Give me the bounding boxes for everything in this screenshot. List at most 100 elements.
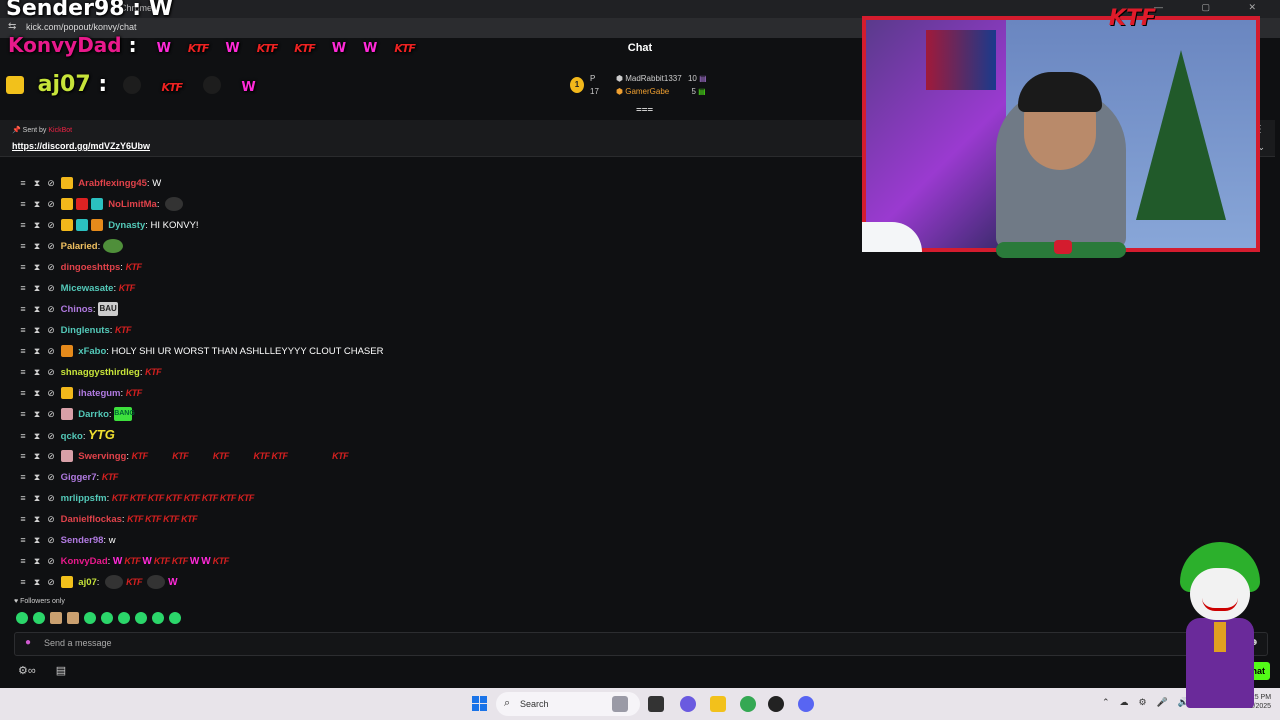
ban-icon[interactable]: ⊘ bbox=[44, 237, 58, 255]
menu-icon[interactable]: ≡ bbox=[16, 258, 30, 276]
timeout-icon[interactable]: ⧗ bbox=[30, 468, 44, 486]
chat-username[interactable]: xFabo bbox=[78, 346, 106, 357]
chat-username[interactable]: Arabflexingg45 bbox=[78, 178, 147, 189]
ban-icon[interactable]: ⊘ bbox=[44, 258, 58, 276]
timeout-icon[interactable]: ⧗ bbox=[30, 531, 44, 549]
emote-quick-icon[interactable] bbox=[169, 612, 181, 624]
ban-icon[interactable]: ⊘ bbox=[44, 489, 58, 507]
chat-username[interactable]: KonvyDad bbox=[61, 556, 108, 567]
settings-icon[interactable]: ⚙∞ bbox=[18, 665, 36, 677]
timeout-icon[interactable]: ⧗ bbox=[30, 384, 44, 402]
ban-icon[interactable]: ⊘ bbox=[44, 427, 58, 445]
chat-username[interactable]: Dinglenuts bbox=[61, 325, 110, 336]
pinned-link[interactable]: https://discord.gg/mdVZzY6Ubw bbox=[12, 141, 150, 151]
menu-icon[interactable]: ≡ bbox=[16, 237, 30, 255]
ban-icon[interactable]: ⊘ bbox=[44, 216, 58, 234]
chat-username[interactable]: Micewasate bbox=[61, 283, 114, 294]
emote-quick-icon[interactable] bbox=[33, 612, 45, 624]
file-explorer-icon[interactable] bbox=[710, 696, 726, 712]
timeout-icon[interactable]: ⧗ bbox=[30, 342, 44, 360]
chat-username[interactable]: Swervingg bbox=[78, 451, 126, 462]
chat-filter-icon[interactable]: ⩶ bbox=[636, 104, 653, 115]
timeout-icon[interactable]: ⧗ bbox=[30, 237, 44, 255]
timeout-icon[interactable]: ⧗ bbox=[30, 427, 44, 445]
ban-icon[interactable]: ⊘ bbox=[44, 468, 58, 486]
chat-username[interactable]: ihategum bbox=[78, 388, 120, 399]
chat-username[interactable]: mrlippsfm bbox=[61, 493, 107, 504]
timeout-icon[interactable]: ⧗ bbox=[30, 279, 44, 297]
menu-icon[interactable]: ≡ bbox=[16, 174, 30, 192]
chat-username[interactable]: Danielflockas bbox=[61, 514, 122, 525]
chat-username[interactable]: Sender98 bbox=[61, 535, 104, 546]
menu-icon[interactable]: ≡ bbox=[16, 363, 30, 381]
menu-icon[interactable]: ≡ bbox=[16, 427, 30, 445]
emote-quick-bar[interactable] bbox=[16, 612, 186, 624]
url-text[interactable]: kick.com/popout/konvy/chat bbox=[26, 22, 137, 32]
menu-icon[interactable]: ≡ bbox=[16, 510, 30, 528]
timeout-icon[interactable]: ⧗ bbox=[30, 363, 44, 381]
window-controls[interactable]: — ▢ ✕ bbox=[1154, 2, 1274, 13]
menu-icon[interactable]: ≡ bbox=[16, 468, 30, 486]
chat-username[interactable]: NoLimitMa bbox=[108, 199, 157, 210]
widgets-icon[interactable] bbox=[612, 696, 628, 712]
ban-icon[interactable]: ⊘ bbox=[44, 321, 58, 339]
menu-icon[interactable]: ≡ bbox=[16, 300, 30, 318]
menu-icon[interactable]: ≡ bbox=[16, 552, 30, 570]
chat-username[interactable]: dingoeshttps bbox=[61, 262, 121, 273]
timeout-icon[interactable]: ⧗ bbox=[30, 195, 44, 213]
ban-icon[interactable]: ⊘ bbox=[44, 195, 58, 213]
menu-icon[interactable]: ≡ bbox=[16, 279, 30, 297]
menu-icon[interactable]: ≡ bbox=[16, 216, 30, 234]
ban-icon[interactable]: ⊘ bbox=[44, 342, 58, 360]
ban-icon[interactable]: ⊘ bbox=[44, 300, 58, 318]
emote-quick-icon[interactable] bbox=[135, 612, 147, 624]
menu-icon[interactable]: ≡ bbox=[16, 405, 30, 423]
emote-quick-icon[interactable] bbox=[16, 612, 28, 624]
chat-username[interactable]: aj07 bbox=[78, 577, 97, 588]
ban-icon[interactable]: ⊘ bbox=[44, 405, 58, 423]
ban-icon[interactable]: ⊘ bbox=[44, 384, 58, 402]
chat-username[interactable]: shnaggysthirdleg bbox=[61, 367, 140, 378]
ban-icon[interactable]: ⊘ bbox=[44, 279, 58, 297]
menu-icon[interactable]: ≡ bbox=[16, 384, 30, 402]
timeout-icon[interactable]: ⧗ bbox=[30, 510, 44, 528]
timeout-icon[interactable]: ⧗ bbox=[30, 447, 44, 465]
menu-icon[interactable]: ≡ bbox=[16, 573, 30, 591]
store-icon[interactable]: ▤ bbox=[56, 665, 66, 677]
menu-icon[interactable]: ≡ bbox=[16, 195, 30, 213]
timeout-icon[interactable]: ⧗ bbox=[30, 300, 44, 318]
menu-icon[interactable]: ≡ bbox=[16, 531, 30, 549]
menu-icon[interactable]: ≡ bbox=[16, 342, 30, 360]
chat-username[interactable]: Darrko bbox=[78, 409, 109, 420]
app-icon[interactable] bbox=[768, 696, 784, 712]
emote-quick-icon[interactable] bbox=[101, 612, 113, 624]
ban-icon[interactable]: ⊘ bbox=[44, 510, 58, 528]
timeout-icon[interactable]: ⧗ bbox=[30, 174, 44, 192]
timeout-icon[interactable]: ⧗ bbox=[30, 216, 44, 234]
chat-username[interactable]: Gigger7 bbox=[61, 472, 97, 483]
emote-quick-icon[interactable] bbox=[118, 612, 130, 624]
ban-icon[interactable]: ⊘ bbox=[44, 447, 58, 465]
ban-icon[interactable]: ⊘ bbox=[44, 174, 58, 192]
emote-quick-icon[interactable] bbox=[84, 612, 96, 624]
emote-quick-icon[interactable] bbox=[152, 612, 164, 624]
timeout-icon[interactable]: ⧗ bbox=[30, 258, 44, 276]
emote-quick-icon[interactable] bbox=[67, 612, 79, 624]
windows-start-icon[interactable] bbox=[472, 696, 488, 712]
microphone-icon[interactable]: ● bbox=[25, 637, 31, 648]
ban-icon[interactable]: ⊘ bbox=[44, 552, 58, 570]
chat-username[interactable]: Chinos bbox=[61, 304, 93, 315]
chat-username[interactable]: qcko bbox=[61, 431, 83, 442]
chat-username[interactable]: Palaried bbox=[61, 241, 98, 252]
timeout-icon[interactable]: ⧗ bbox=[30, 321, 44, 339]
timeout-icon[interactable]: ⧗ bbox=[30, 405, 44, 423]
site-settings-icon[interactable]: ⇆ bbox=[8, 21, 16, 32]
chat-input[interactable]: ● Send a message ☻ bbox=[14, 632, 1268, 656]
ban-icon[interactable]: ⊘ bbox=[44, 573, 58, 591]
emote-quick-icon[interactable] bbox=[50, 612, 62, 624]
copilot-icon[interactable] bbox=[680, 696, 696, 712]
ban-icon[interactable]: ⊘ bbox=[44, 363, 58, 381]
chat-username[interactable]: Dynasty bbox=[108, 220, 145, 231]
timeout-icon[interactable]: ⧗ bbox=[30, 573, 44, 591]
menu-icon[interactable]: ≡ bbox=[16, 321, 30, 339]
